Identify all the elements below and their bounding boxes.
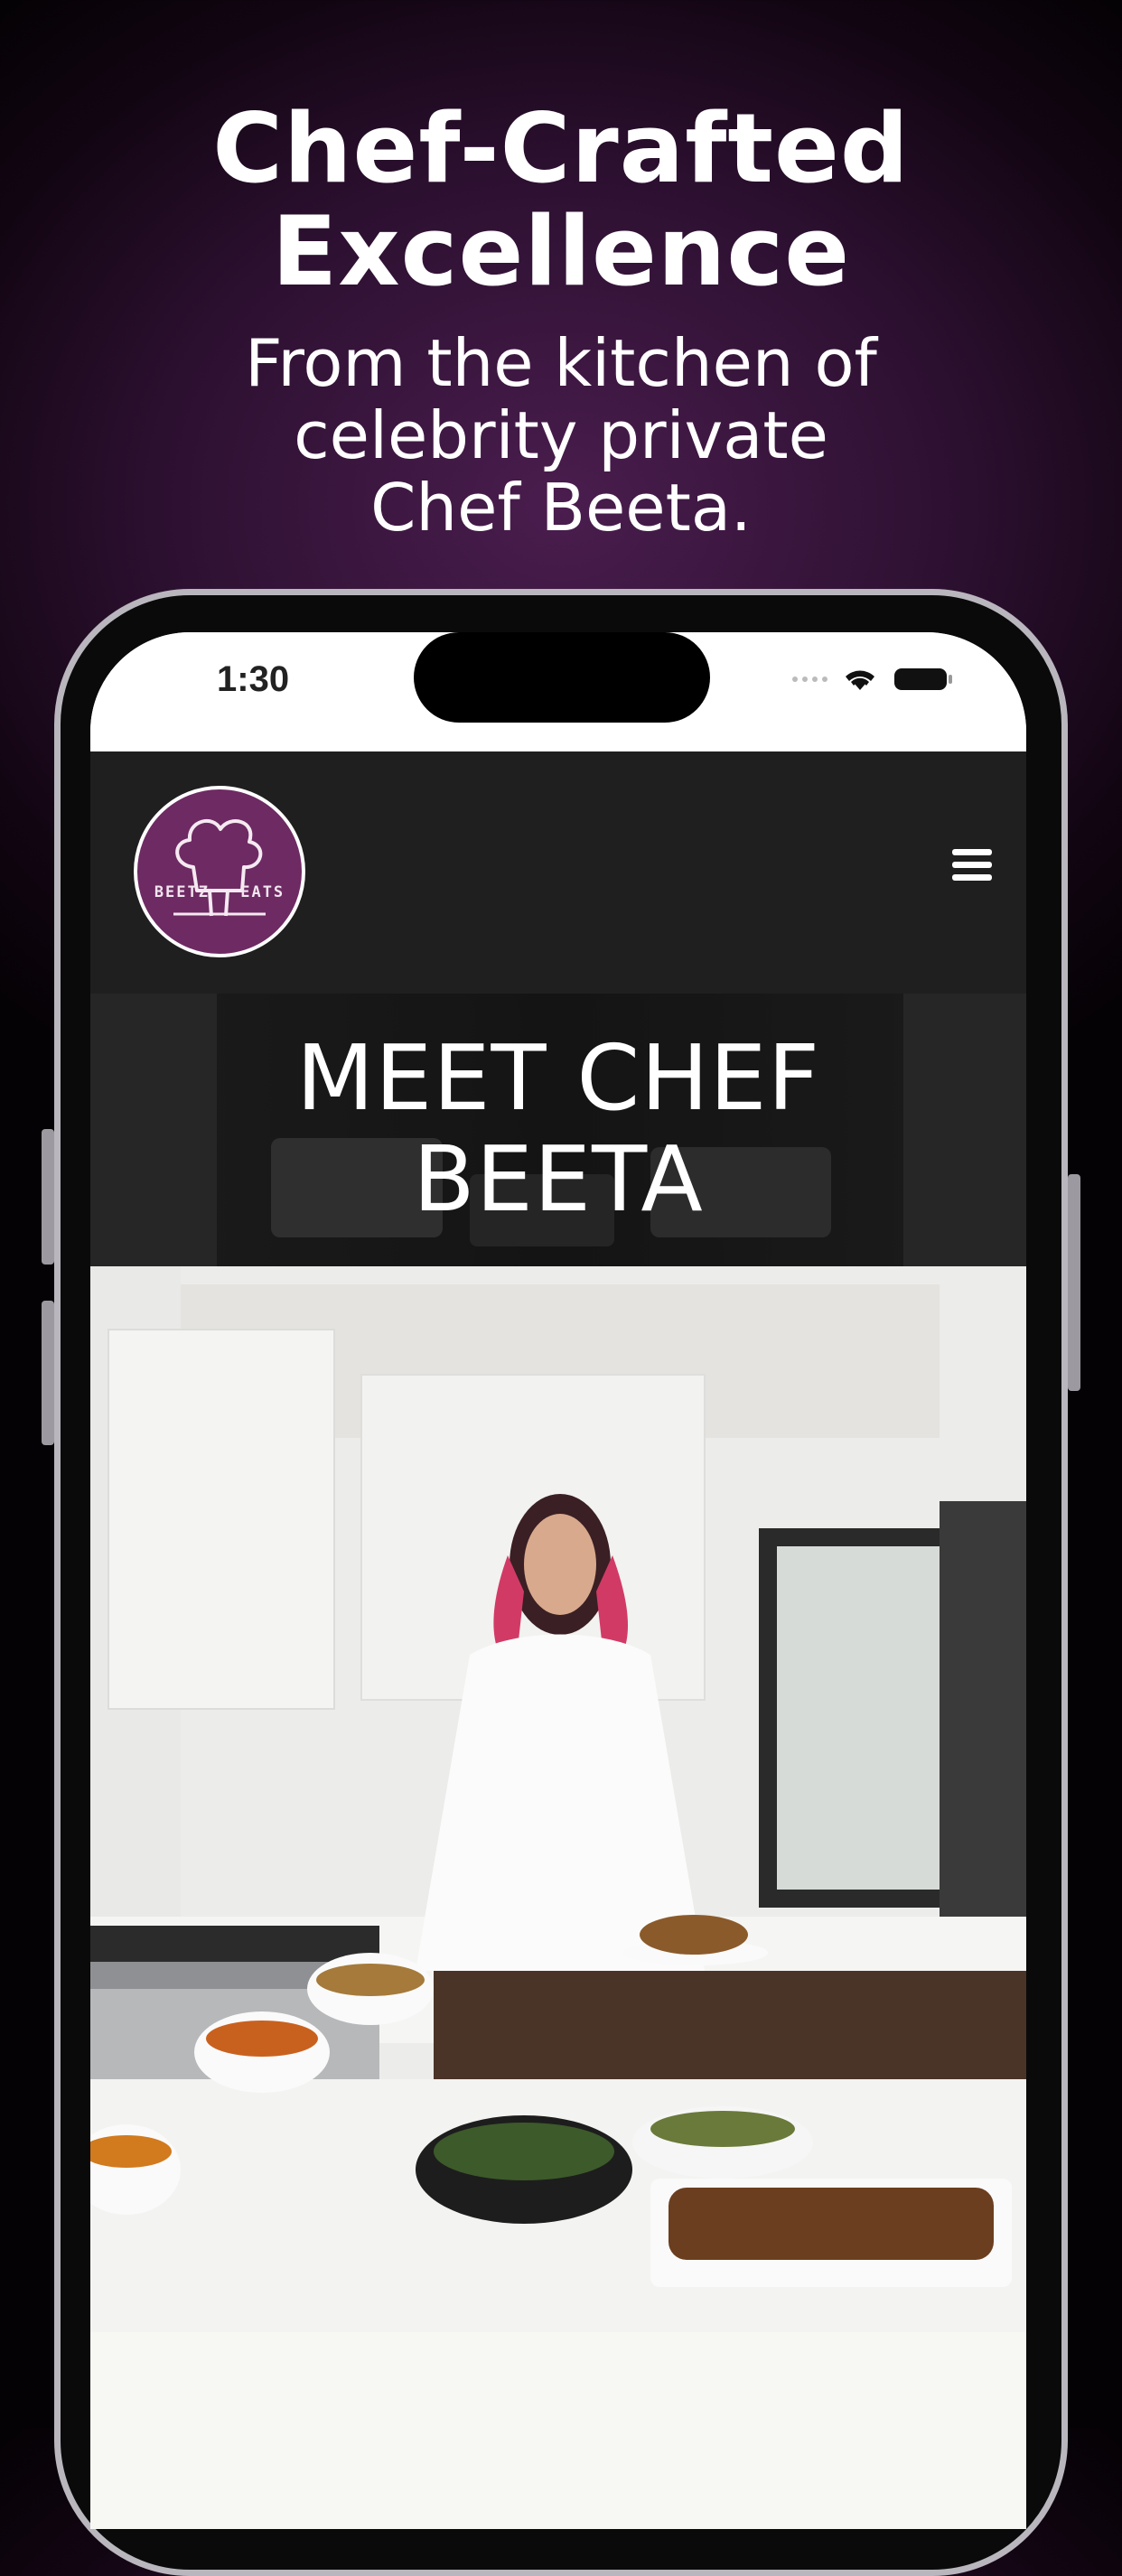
phone-screen: 1:30 BEETZ EATS MEET CHEF BEETA <box>90 632 1026 2529</box>
chef-beeta-kitchen-image <box>90 1266 1026 2332</box>
wifi-icon <box>846 670 874 690</box>
dynamic-island <box>414 632 710 723</box>
chef-hat-icon <box>173 819 266 917</box>
content-section <box>90 2332 1026 2529</box>
status-time: 1:30 <box>217 659 290 699</box>
site-header: BEETZ EATS <box>90 751 1026 994</box>
phone-side-button <box>42 1301 54 1445</box>
chef-photo <box>90 1266 1026 2332</box>
phone-side-button <box>1068 1174 1080 1391</box>
subheadline: From the kitchen of celebrity private Ch… <box>245 325 877 546</box>
status-icons <box>792 665 954 694</box>
battery-icon <box>894 668 952 690</box>
menu-icon[interactable] <box>952 849 992 885</box>
signal-icon <box>792 677 827 682</box>
headline: Chef-Crafted Excellence <box>212 93 910 307</box>
hero-banner: MEET CHEF BEETA <box>90 994 1026 1266</box>
status-bar: 1:30 <box>90 632 1026 751</box>
banner-title: MEET CHEF BEETA <box>295 1025 821 1232</box>
phone-side-button <box>42 1129 54 1265</box>
beetz-eats-logo[interactable]: BEETZ EATS <box>134 786 305 957</box>
logo-text: BEETZ EATS <box>154 883 285 901</box>
